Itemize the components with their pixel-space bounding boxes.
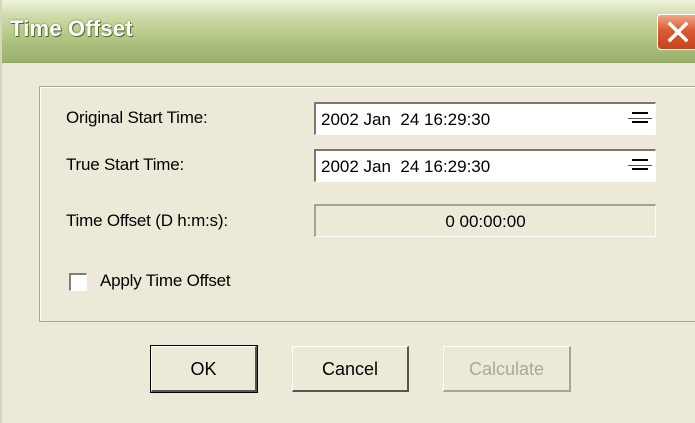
- cancel-button[interactable]: Cancel: [292, 346, 409, 392]
- spin-down-icon[interactable]: [628, 166, 652, 177]
- original-start-value: 2002 Jan 24 16:29:30: [321, 110, 491, 129]
- time-offset-label: Time Offset (D h:m:s):: [66, 211, 228, 230]
- time-offset-value: 0 00:00:00: [445, 212, 526, 231]
- true-start-spinner[interactable]: [628, 155, 652, 177]
- spin-up-icon[interactable]: [628, 108, 652, 119]
- apply-offset-label[interactable]: Apply Time Offset: [100, 271, 231, 291]
- title-bar[interactable]: Time Offset: [2, 0, 695, 63]
- original-start-label: Original Start Time:: [66, 108, 208, 127]
- spin-down-icon[interactable]: [628, 119, 652, 130]
- calculate-button[interactable]: Calculate: [443, 346, 571, 392]
- close-button[interactable]: [657, 14, 695, 50]
- close-icon: [667, 21, 689, 43]
- time-offset-field: 0 00:00:00: [314, 204, 656, 237]
- true-start-field[interactable]: 2002 Jan 24 16:29:30: [314, 149, 656, 182]
- time-offset-dialog: Time Offset Original Start Time: 2002 Ja…: [0, 0, 695, 423]
- ok-button[interactable]: OK: [150, 345, 258, 393]
- spin-up-icon[interactable]: [628, 155, 652, 166]
- apply-offset-checkbox[interactable]: [69, 273, 87, 291]
- original-start-spinner[interactable]: [628, 108, 652, 130]
- window-title: Time Offset: [10, 16, 133, 41]
- original-start-field[interactable]: 2002 Jan 24 16:29:30: [314, 102, 656, 135]
- true-start-value: 2002 Jan 24 16:29:30: [321, 157, 491, 176]
- true-start-label: True Start Time:: [66, 155, 185, 174]
